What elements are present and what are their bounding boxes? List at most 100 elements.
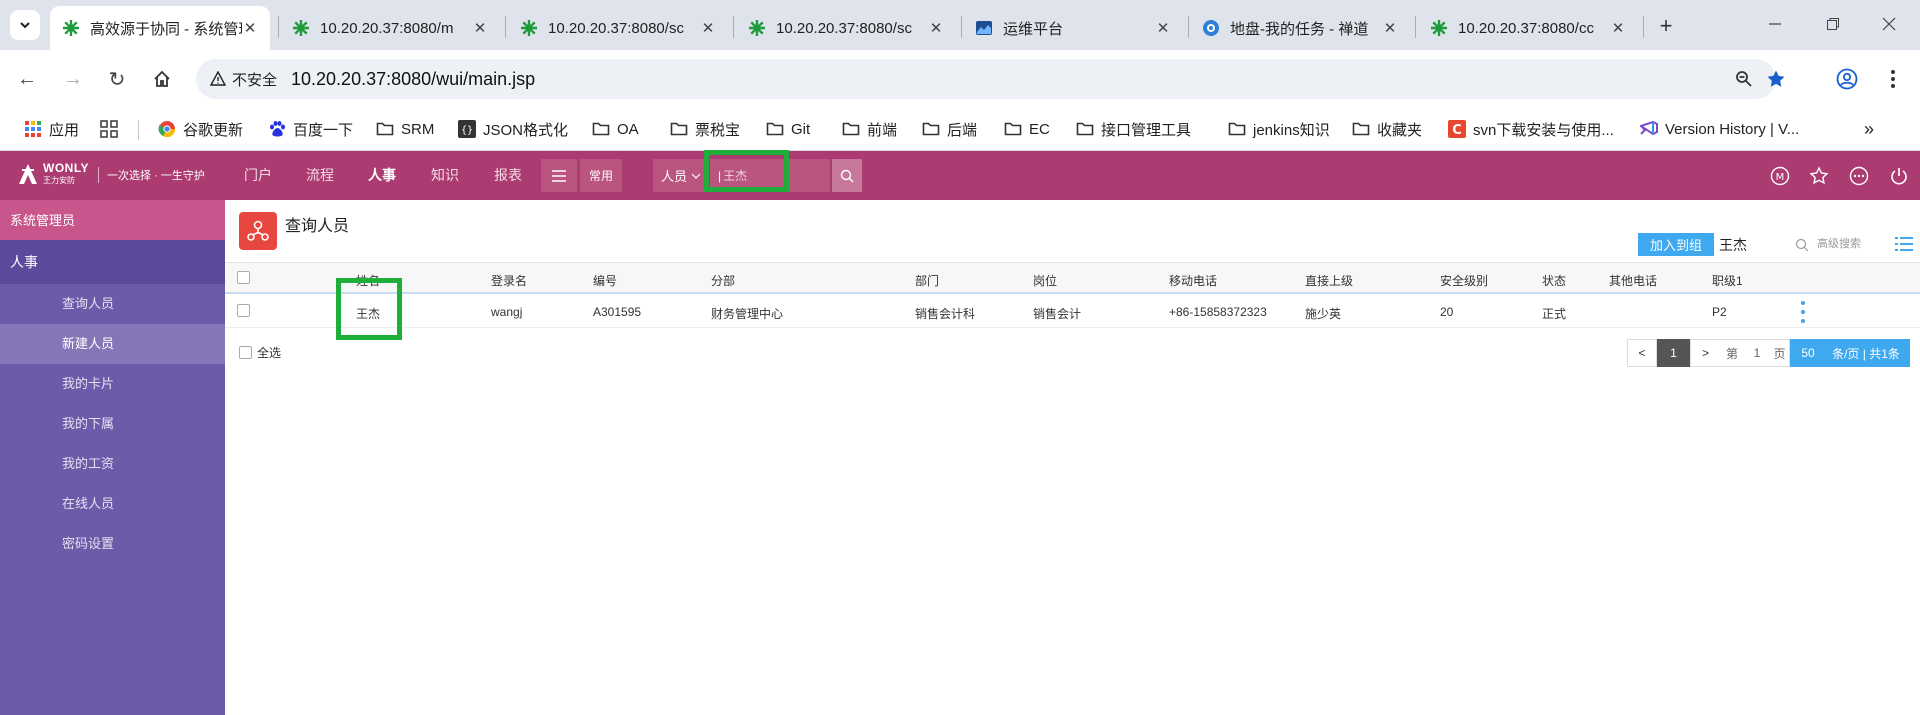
quick-search-input[interactable]: 王杰 — [1719, 233, 1807, 256]
tab-search-button[interactable] — [10, 10, 40, 40]
column-header-manager[interactable]: 直接上级 — [1305, 272, 1353, 289]
row-more-icon[interactable] — [1800, 301, 1806, 323]
common-button[interactable]: 常用 — [580, 159, 622, 192]
bookmark-version-history[interactable]: Version History | V... — [1640, 116, 1799, 142]
security-indicator[interactable]: 不安全 — [210, 69, 277, 90]
bookmark-favorites[interactable]: 收藏夹 — [1352, 116, 1422, 142]
column-header-rank[interactable]: 职级1 — [1712, 272, 1743, 289]
bookmark-api-tools[interactable]: 接口管理工具 — [1076, 116, 1191, 142]
column-header-code[interactable]: 编号 — [593, 272, 617, 289]
more-button[interactable] — [1848, 165, 1870, 187]
minimize-button[interactable] — [1752, 10, 1798, 38]
column-header-security[interactable]: 安全级别 — [1440, 272, 1488, 289]
close-icon[interactable]: ✕ — [700, 20, 716, 37]
home-button[interactable] — [145, 62, 179, 96]
warning-icon — [210, 71, 226, 86]
close-icon[interactable]: ✕ — [928, 20, 944, 37]
advanced-search-link[interactable]: 高级搜索 — [1817, 233, 1861, 256]
forward-button[interactable]: → — [56, 62, 90, 96]
bookmark-backend[interactable]: 后端 — [922, 116, 977, 142]
search-icon[interactable] — [1795, 238, 1809, 252]
sidebar-item-online-users[interactable]: 在线人员 — [0, 484, 225, 524]
folder-icon — [376, 122, 394, 136]
row-checkbox[interactable] — [237, 304, 250, 317]
column-header-post[interactable]: 岗位 — [1033, 272, 1057, 289]
close-icon[interactable]: ✕ — [1382, 20, 1398, 37]
sidebar-item-my-salary[interactable]: 我的工资 — [0, 444, 225, 484]
column-header-status[interactable]: 状态 — [1542, 272, 1566, 289]
table-row[interactable]: 王杰 wangj A301595 财务管理中心 销售会计科 销售会计 +86-1… — [225, 294, 1920, 328]
bookmark-grid[interactable] — [100, 116, 125, 142]
browser-tab-2[interactable]: 10.20.20.37:8080/m ✕ — [280, 6, 500, 50]
browser-menu-button[interactable] — [1876, 62, 1910, 96]
browser-tab-4[interactable]: 10.20.20.37:8080/sc ✕ — [736, 6, 956, 50]
page-size-select[interactable]: 50 — [1790, 339, 1826, 367]
bookmark-baidu[interactable]: 百度一下 — [268, 116, 353, 142]
new-tab-button[interactable]: + — [1652, 12, 1680, 40]
close-icon[interactable]: ✕ — [472, 20, 488, 37]
bookmark-star-icon[interactable] — [1764, 67, 1788, 91]
sidebar-admin-label[interactable]: 系统管理员 — [0, 200, 225, 240]
browser-tab-6[interactable]: 地盘-我的任务 - 禅道 ✕ — [1190, 6, 1410, 50]
close-icon[interactable]: ✕ — [1155, 20, 1171, 37]
add-to-group-button[interactable]: 加入到组 — [1638, 233, 1714, 256]
sidebar-group-hr[interactable]: 人事 — [0, 240, 225, 284]
url-text[interactable]: 10.20.20.37:8080/wui/main.jsp — [291, 69, 535, 90]
bookmarks-overflow-button[interactable]: » — [1864, 116, 1874, 142]
select-all[interactable]: 全选 — [239, 344, 281, 361]
nav-knowledge[interactable]: 知识 — [431, 165, 459, 185]
address-bar[interactable]: 不安全 10.20.20.37:8080/wui/main.jsp — [196, 59, 1785, 99]
bookmark-piaoshuibao[interactable]: 票税宝 — [670, 116, 740, 142]
bookmark-chrome-update[interactable]: 谷歌更新 — [158, 116, 243, 142]
next-page-button[interactable]: > — [1690, 339, 1720, 367]
browser-tab-1[interactable]: 高效源于协同 - 系统管理员 ✕ — [50, 6, 270, 50]
close-icon[interactable]: ✕ — [242, 20, 258, 37]
search-type-select[interactable]: 人员 — [653, 159, 709, 192]
bookmark-srm[interactable]: SRM — [376, 116, 434, 142]
nav-reports[interactable]: 报表 — [494, 165, 522, 185]
sidebar-item-my-subordinates[interactable]: 我的下属 — [0, 404, 225, 444]
favorites-button[interactable] — [1808, 165, 1830, 187]
bookmark-json[interactable]: {} JSON格式化 — [458, 116, 568, 142]
page-jump-input[interactable]: 1 — [1744, 339, 1770, 367]
reload-button[interactable]: ↻ — [100, 62, 134, 96]
back-button[interactable]: ← — [10, 62, 44, 96]
browser-tab-3[interactable]: 10.20.20.37:8080/sc ✕ — [508, 6, 728, 50]
close-window-button[interactable] — [1866, 10, 1912, 38]
sidebar-item-password[interactable]: 密码设置 — [0, 524, 225, 564]
column-header-login[interactable]: 登录名 — [491, 272, 527, 289]
zoom-icon[interactable] — [1732, 67, 1756, 91]
column-header-other-phone[interactable]: 其他电话 — [1609, 272, 1657, 289]
bookmark-git[interactable]: Git — [766, 116, 810, 142]
menu-button[interactable] — [541, 159, 577, 192]
close-icon[interactable]: ✕ — [1610, 20, 1626, 37]
vs-icon — [1640, 120, 1658, 136]
header-checkbox[interactable] — [237, 271, 250, 284]
profile-button[interactable] — [1830, 62, 1864, 96]
nav-workflow[interactable]: 流程 — [306, 165, 334, 185]
global-search-button[interactable] — [832, 159, 862, 192]
bookmark-oa[interactable]: OA — [592, 116, 639, 142]
browser-tab-7[interactable]: 10.20.20.37:8080/cc ✕ — [1418, 6, 1638, 50]
column-header-branch[interactable]: 分部 — [711, 272, 735, 289]
nav-portal[interactable]: 门户 — [244, 165, 272, 185]
browser-tab-5[interactable]: 运维平台 ✕ — [963, 6, 1183, 50]
restore-button[interactable] — [1810, 10, 1856, 38]
m-button[interactable]: M — [1769, 165, 1791, 187]
bookmark-ec[interactable]: EC — [1004, 116, 1050, 142]
column-header-dept[interactable]: 部门 — [915, 272, 939, 289]
sidebar-item-new-person[interactable]: 新建人员 — [0, 324, 225, 364]
prev-page-button[interactable]: < — [1627, 339, 1657, 367]
page-1-button[interactable]: 1 — [1657, 339, 1690, 367]
sidebar-item-query-person[interactable]: 查询人员 — [0, 284, 225, 324]
logout-button[interactable] — [1888, 165, 1910, 187]
nav-hr[interactable]: 人事 — [368, 165, 396, 185]
bookmark-jenkins[interactable]: jenkins知识 — [1228, 116, 1330, 142]
list-view-icon[interactable] — [1895, 236, 1913, 252]
bookmark-frontend[interactable]: 前端 — [842, 116, 897, 142]
select-all-checkbox[interactable] — [239, 346, 252, 359]
bookmark-apps[interactable]: 应用 — [24, 116, 79, 142]
sidebar-item-my-card[interactable]: 我的卡片 — [0, 364, 225, 404]
bookmark-svn[interactable]: C svn下载安装与使用... — [1448, 116, 1614, 142]
column-header-mobile[interactable]: 移动电话 — [1169, 272, 1217, 289]
